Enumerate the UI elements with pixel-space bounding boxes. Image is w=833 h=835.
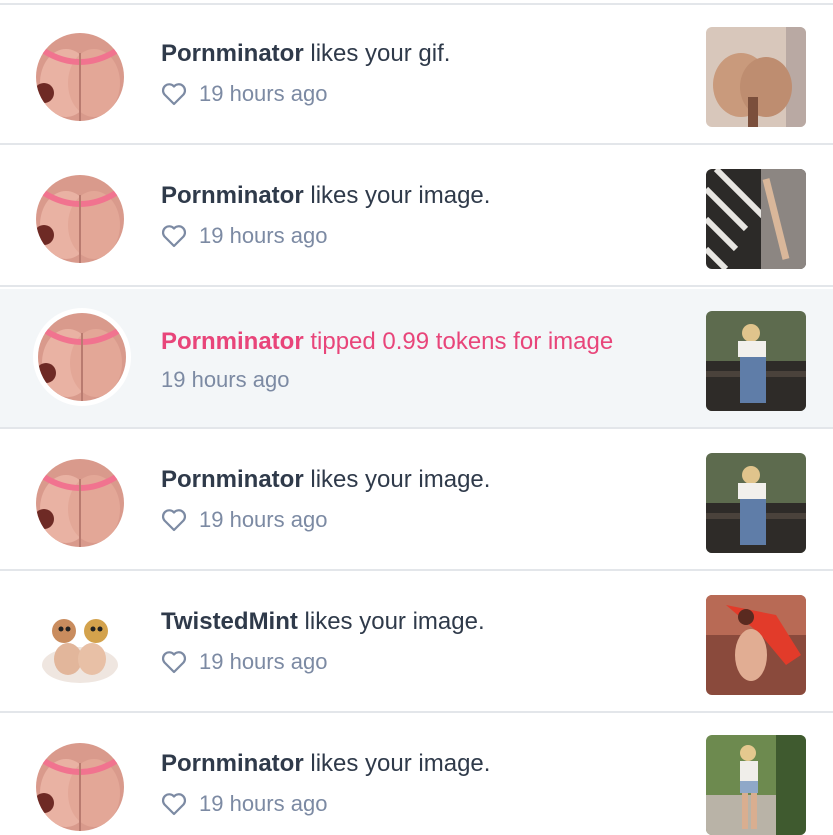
- notification-row[interactable]: Pornminator likes your gif. 19 hours ago: [0, 5, 833, 145]
- username-link[interactable]: Pornminator: [161, 750, 304, 777]
- username-link[interactable]: Pornminator: [161, 466, 304, 493]
- content-thumbnail[interactable]: [706, 169, 806, 269]
- content-thumbnail[interactable]: [706, 311, 806, 411]
- notification-row[interactable]: Pornminator likes your image. 19 hours a…: [0, 431, 833, 571]
- username-link[interactable]: Pornminator: [161, 182, 304, 209]
- notification-row[interactable]: TwistedMint likes your image. 19 hours a…: [0, 573, 833, 713]
- heart-icon: [161, 650, 187, 674]
- content-thumbnail[interactable]: [706, 595, 806, 695]
- user-avatar[interactable]: [36, 743, 124, 831]
- user-avatar[interactable]: [36, 459, 124, 547]
- notification-action: likes your image.: [310, 750, 491, 777]
- notification-action: likes your image.: [310, 182, 491, 209]
- notification-time: 19 hours ago: [199, 81, 328, 106]
- content-thumbnail[interactable]: [706, 27, 806, 127]
- user-avatar[interactable]: [38, 313, 126, 401]
- notification-row-highlighted[interactable]: Pornminator tipped 0.99 tokens for image…: [0, 289, 833, 429]
- heart-icon: [161, 508, 187, 532]
- heart-icon: [161, 792, 187, 816]
- user-avatar[interactable]: [36, 601, 124, 689]
- notification-row[interactable]: Pornminator likes your image. 19 hours a…: [0, 147, 833, 287]
- heart-icon: [161, 82, 187, 106]
- notification-row[interactable]: Pornminator likes your image. 19 hours a…: [0, 715, 833, 835]
- notification-time: 19 hours ago: [199, 507, 328, 532]
- heart-icon: [161, 224, 187, 248]
- username-link[interactable]: Pornminator: [161, 328, 304, 355]
- notification-time: 19 hours ago: [199, 223, 328, 248]
- content-thumbnail[interactable]: [706, 735, 806, 835]
- user-avatar[interactable]: [36, 33, 124, 121]
- username-link[interactable]: TwistedMint: [161, 608, 298, 635]
- username-link[interactable]: Pornminator: [161, 40, 304, 67]
- notification-action: likes your image.: [310, 466, 491, 493]
- notification-action: tipped 0.99 tokens for image: [310, 328, 614, 355]
- notification-time: 19 hours ago: [199, 791, 328, 816]
- notification-list: Pornminator likes your gif. 19 hours ago…: [0, 0, 833, 835]
- content-thumbnail[interactable]: [706, 453, 806, 553]
- notification-action: likes your gif.: [310, 40, 451, 67]
- notification-time: 19 hours ago: [199, 649, 328, 674]
- notification-action: likes your image.: [304, 608, 485, 635]
- user-avatar[interactable]: [36, 175, 124, 263]
- notification-time: 19 hours ago: [161, 367, 290, 392]
